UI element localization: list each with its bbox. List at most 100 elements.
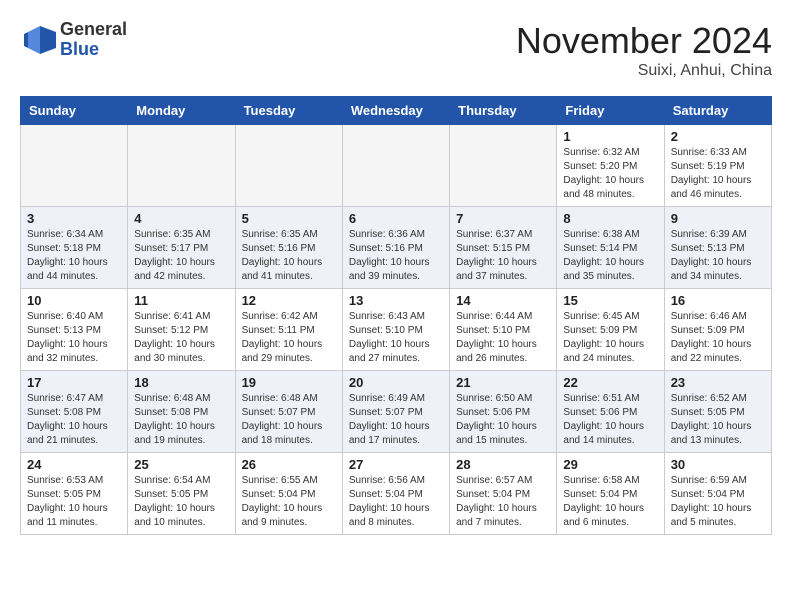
cell-info: Sunrise: 6:53 AM Sunset: 5:05 PM Dayligh… [27,474,121,530]
calendar-cell: 10 Sunrise: 6:40 AM Sunset: 5:13 PM Dayli… [21,289,128,371]
calendar-cell: 18 Sunrise: 6:48 AM Sunset: 5:08 PM Dayli… [128,371,235,453]
calendar-cell: 19 Sunrise: 6:48 AM Sunset: 5:07 PM Dayli… [235,371,342,453]
day-number: 9 [671,211,765,226]
calendar-cell: 6Sunrise: 6:36 AM Sunset: 5:16 PM Daylig… [342,207,449,289]
calendar-cell: 28Sunrise: 6:57 AM Sunset: 5:04 PM Dayli… [450,453,557,535]
calendar-cell: 14 Sunrise: 6:44 AM Sunset: 5:10 PM Dayli… [450,289,557,371]
cell-info: Sunrise: 6:55 AM Sunset: 5:04 PM Dayligh… [242,474,336,530]
calendar-cell: 5Sunrise: 6:35 AM Sunset: 5:16 PM Daylig… [235,207,342,289]
calendar-cell: 13 Sunrise: 6:43 AM Sunset: 5:10 PM Dayli… [342,289,449,371]
calendar-cell: 20Sunrise: 6:49 AM Sunset: 5:07 PM Dayli… [342,371,449,453]
cell-info: Sunrise: 6:45 AM Sunset: 5:09 PM Dayligh… [563,310,657,366]
calendar-cell: 9 Sunrise: 6:39 AM Sunset: 5:13 PM Daylig… [664,207,771,289]
cell-info: Sunrise: 6:39 AM Sunset: 5:13 PM Dayligh… [671,228,765,284]
logo-text: General Blue [60,20,127,60]
cell-info: Sunrise: 6:49 AM Sunset: 5:07 PM Dayligh… [349,392,443,448]
cell-info: Sunrise: 6:40 AM Sunset: 5:13 PM Dayligh… [27,310,121,366]
calendar-cell: 4 Sunrise: 6:35 AM Sunset: 5:17 PM Daylig… [128,207,235,289]
day-number: 23 [671,375,765,390]
cell-info: Sunrise: 6:58 AM Sunset: 5:04 PM Dayligh… [563,474,657,530]
day-number: 10 [27,293,121,308]
logo-general: General [60,20,127,40]
calendar-cell: 26 Sunrise: 6:55 AM Sunset: 5:04 PM Dayli… [235,453,342,535]
weekday-header-tuesday: Tuesday [235,97,342,125]
cell-info: Sunrise: 6:35 AM Sunset: 5:16 PM Dayligh… [242,228,336,284]
title-section: November 2024 Suixi, Anhui, China [516,20,772,80]
day-number: 16 [671,293,765,308]
calendar-cell: 11Sunrise: 6:41 AM Sunset: 5:12 PM Dayli… [128,289,235,371]
cell-info: Sunrise: 6:47 AM Sunset: 5:08 PM Dayligh… [27,392,121,448]
calendar-cell [128,125,235,207]
day-number: 3 [27,211,121,226]
cell-info: Sunrise: 6:32 AM Sunset: 5:20 PM Dayligh… [563,146,657,202]
day-number: 14 [456,293,550,308]
calendar-cell: 8 Sunrise: 6:38 AM Sunset: 5:14 PM Daylig… [557,207,664,289]
calendar-cell: 24Sunrise: 6:53 AM Sunset: 5:05 PM Dayli… [21,453,128,535]
day-number: 4 [134,211,228,226]
cell-info: Sunrise: 6:33 AM Sunset: 5:19 PM Dayligh… [671,146,765,202]
weekday-header-thursday: Thursday [450,97,557,125]
calendar-cell: 17Sunrise: 6:47 AM Sunset: 5:08 PM Dayli… [21,371,128,453]
cell-info: Sunrise: 6:38 AM Sunset: 5:14 PM Dayligh… [563,228,657,284]
weekday-header-monday: Monday [128,97,235,125]
week-row: 3 Sunrise: 6:34 AM Sunset: 5:18 PM Daylig… [21,207,772,289]
week-row: 1 Sunrise: 6:32 AM Sunset: 5:20 PM Daylig… [21,125,772,207]
day-number: 8 [563,211,657,226]
weekday-header-wednesday: Wednesday [342,97,449,125]
logo-icon [20,22,56,58]
weekday-header-saturday: Saturday [664,97,771,125]
calendar-cell: 7 Sunrise: 6:37 AM Sunset: 5:15 PM Daylig… [450,207,557,289]
day-number: 19 [242,375,336,390]
day-number: 11 [134,293,228,308]
calendar-cell: 25Sunrise: 6:54 AM Sunset: 5:05 PM Dayli… [128,453,235,535]
calendar-cell: 22 Sunrise: 6:51 AM Sunset: 5:06 PM Dayli… [557,371,664,453]
day-number: 29 [563,457,657,472]
day-number: 7 [456,211,550,226]
location: Suixi, Anhui, China [516,62,772,80]
day-number: 22 [563,375,657,390]
day-number: 21 [456,375,550,390]
day-number: 26 [242,457,336,472]
cell-info: Sunrise: 6:36 AM Sunset: 5:16 PM Dayligh… [349,228,443,284]
calendar-table: SundayMondayTuesdayWednesdayThursdayFrid… [20,96,772,535]
day-number: 18 [134,375,228,390]
calendar-cell: 1 Sunrise: 6:32 AM Sunset: 5:20 PM Daylig… [557,125,664,207]
calendar-cell: 21Sunrise: 6:50 AM Sunset: 5:06 PM Dayli… [450,371,557,453]
cell-info: Sunrise: 6:44 AM Sunset: 5:10 PM Dayligh… [456,310,550,366]
cell-info: Sunrise: 6:51 AM Sunset: 5:06 PM Dayligh… [563,392,657,448]
day-number: 13 [349,293,443,308]
day-number: 2 [671,129,765,144]
day-number: 27 [349,457,443,472]
cell-info: Sunrise: 6:37 AM Sunset: 5:15 PM Dayligh… [456,228,550,284]
day-number: 1 [563,129,657,144]
cell-info: Sunrise: 6:56 AM Sunset: 5:04 PM Dayligh… [349,474,443,530]
calendar-cell: 23Sunrise: 6:52 AM Sunset: 5:05 PM Dayli… [664,371,771,453]
calendar-cell: 2 Sunrise: 6:33 AM Sunset: 5:19 PM Daylig… [664,125,771,207]
day-number: 30 [671,457,765,472]
week-row: 17Sunrise: 6:47 AM Sunset: 5:08 PM Dayli… [21,371,772,453]
cell-info: Sunrise: 6:43 AM Sunset: 5:10 PM Dayligh… [349,310,443,366]
week-row: 10 Sunrise: 6:40 AM Sunset: 5:13 PM Dayli… [21,289,772,371]
cell-info: Sunrise: 6:48 AM Sunset: 5:08 PM Dayligh… [134,392,228,448]
cell-info: Sunrise: 6:59 AM Sunset: 5:04 PM Dayligh… [671,474,765,530]
weekday-header-row: SundayMondayTuesdayWednesdayThursdayFrid… [21,97,772,125]
calendar-cell: 30 Sunrise: 6:59 AM Sunset: 5:04 PM Dayli… [664,453,771,535]
logo: General Blue [20,20,127,60]
calendar-cell: 15 Sunrise: 6:45 AM Sunset: 5:09 PM Dayli… [557,289,664,371]
calendar-cell: 16Sunrise: 6:46 AM Sunset: 5:09 PM Dayli… [664,289,771,371]
cell-info: Sunrise: 6:42 AM Sunset: 5:11 PM Dayligh… [242,310,336,366]
cell-info: Sunrise: 6:48 AM Sunset: 5:07 PM Dayligh… [242,392,336,448]
cell-info: Sunrise: 6:57 AM Sunset: 5:04 PM Dayligh… [456,474,550,530]
day-number: 25 [134,457,228,472]
calendar-cell [21,125,128,207]
calendar-cell [342,125,449,207]
cell-info: Sunrise: 6:34 AM Sunset: 5:18 PM Dayligh… [27,228,121,284]
calendar-cell: 29 Sunrise: 6:58 AM Sunset: 5:04 PM Dayli… [557,453,664,535]
calendar-cell [235,125,342,207]
week-row: 24Sunrise: 6:53 AM Sunset: 5:05 PM Dayli… [21,453,772,535]
weekday-header-friday: Friday [557,97,664,125]
cell-info: Sunrise: 6:35 AM Sunset: 5:17 PM Dayligh… [134,228,228,284]
calendar-cell: 3 Sunrise: 6:34 AM Sunset: 5:18 PM Daylig… [21,207,128,289]
day-number: 15 [563,293,657,308]
page-header: General Blue November 2024 Suixi, Anhui,… [20,20,772,80]
